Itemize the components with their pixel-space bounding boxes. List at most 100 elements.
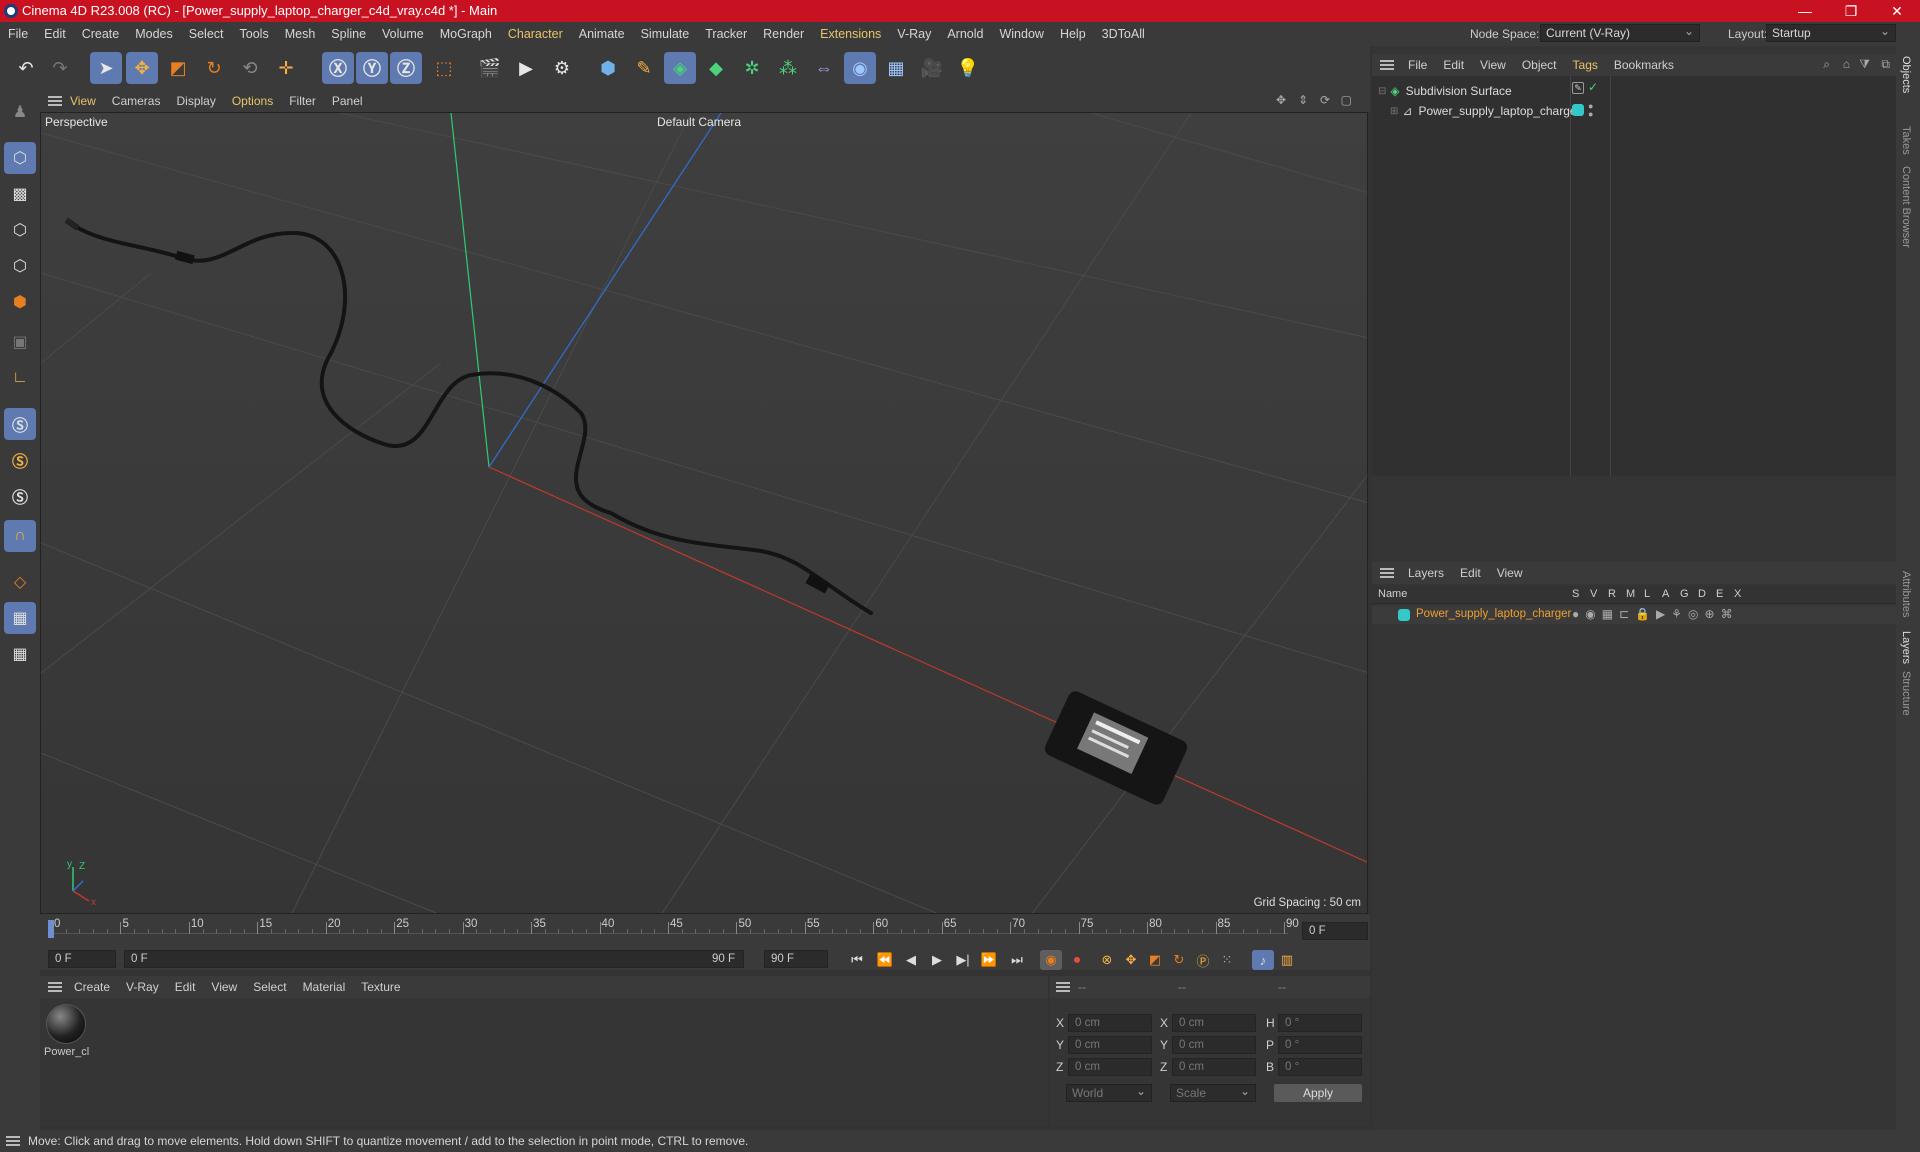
polygons-mode-icon[interactable]: ⬢	[4, 286, 36, 318]
menu-window[interactable]: Window	[999, 27, 1043, 41]
material-menu-material[interactable]: Material	[303, 980, 346, 994]
snap-settings-icon[interactable]: Ⓢ	[4, 444, 36, 476]
layers-col-d[interactable]: D	[1698, 588, 1706, 600]
z-axis-lock-icon[interactable]: Ⓩ	[390, 52, 422, 84]
move-tool-icon[interactable]: ✥	[126, 52, 158, 84]
viewport-menu-view[interactable]: View	[70, 94, 96, 108]
tab-attributes[interactable]: Attributes	[1900, 571, 1912, 617]
field-icon[interactable]: ◉	[844, 52, 876, 84]
object-menu-file[interactable]: File	[1408, 58, 1427, 72]
coord-mode-select[interactable]: Scale	[1170, 1083, 1256, 1102]
object-menu-bookmarks[interactable]: Bookmarks	[1614, 58, 1674, 72]
viewport-menu-cameras[interactable]: Cameras	[112, 94, 161, 108]
model-mode-icon[interactable]: ⬡	[4, 142, 36, 174]
object-manager-menu-icon[interactable]	[1380, 60, 1394, 70]
rotate-view-icon[interactable]: ⟳	[1320, 93, 1330, 107]
autokey-icon[interactable]: ⏺	[1066, 950, 1088, 970]
subdivision-enabled-check-icon[interactable]: ✓	[1588, 80, 1598, 94]
pan-view-icon[interactable]: ✥	[1276, 93, 1286, 107]
make-editable-icon[interactable]: ♟	[4, 96, 36, 128]
restore-icon[interactable]: ❐	[1828, 0, 1874, 22]
recent-tool-icon[interactable]: ⟲	[234, 52, 266, 84]
apply-button[interactable]: Apply	[1274, 1084, 1362, 1102]
size-y-field[interactable]: 0 cm	[1172, 1036, 1256, 1054]
menu-render[interactable]: Render	[763, 27, 804, 41]
render-picture-viewer-icon[interactable]: ▶	[510, 52, 542, 84]
material-menu-icon[interactable]	[48, 982, 62, 992]
layer-row[interactable]: Power_supply_laptop_charger ●◉▦⊏🔒▶⚘◎⊕⌘	[1372, 606, 1896, 624]
layers-menu-icon[interactable]	[1380, 568, 1394, 578]
preview-range-slider[interactable]: 0 F 90 F	[124, 950, 744, 968]
menu-volume[interactable]: Volume	[382, 27, 424, 41]
cube-icon[interactable]: ⬢	[592, 52, 624, 84]
position-y-field[interactable]: 0 cm	[1068, 1036, 1152, 1054]
status-menu-icon[interactable]	[6, 1136, 20, 1146]
key-position-icon[interactable]: ✥	[1120, 950, 1142, 970]
tab-content-browser[interactable]: Content Browser	[1900, 166, 1912, 248]
layers-col-a[interactable]: A	[1662, 588, 1669, 600]
rotate-tool-icon[interactable]: ↻	[198, 52, 230, 84]
material-menu-select[interactable]: Select	[253, 980, 286, 994]
menu-help[interactable]: Help	[1060, 27, 1086, 41]
menu-edit[interactable]: Edit	[44, 27, 66, 41]
viewport-menu-panel[interactable]: Panel	[332, 94, 363, 108]
material-menu-edit[interactable]: Edit	[175, 980, 196, 994]
mograph-array-icon[interactable]: ⁂	[772, 52, 804, 84]
locked-workplane-icon[interactable]: ▦	[4, 638, 36, 670]
next-frame-icon[interactable]: ▶|	[952, 950, 974, 970]
home-icon[interactable]: ⌂	[1843, 57, 1850, 71]
previous-frame-icon[interactable]: ◀	[900, 950, 922, 970]
key-rotation-icon[interactable]: ↻	[1168, 950, 1190, 970]
coordinate-system-icon[interactable]: ⬚	[428, 52, 460, 84]
object-menu-tags[interactable]: Tags	[1573, 58, 1598, 72]
material-swatch[interactable]: Power_cl	[44, 1004, 89, 1060]
menu-tracker[interactable]: Tracker	[705, 27, 747, 41]
menu-tools[interactable]: Tools	[240, 27, 269, 41]
expand-icon[interactable]: ⊞	[1390, 106, 1398, 117]
rotation-h-field[interactable]: 0 °	[1278, 1014, 1362, 1032]
object-menu-view[interactable]: View	[1480, 58, 1506, 72]
undo-icon[interactable]: ↶	[10, 52, 42, 84]
texture-mode-icon[interactable]: ▩	[4, 178, 36, 210]
edges-mode-icon[interactable]: ⬡	[4, 250, 36, 282]
layer-name[interactable]: Power_supply_laptop_charger	[1416, 608, 1571, 620]
record-keys-icon[interactable]: ◉	[1040, 950, 1062, 970]
redo-icon[interactable]: ↷	[44, 52, 76, 84]
tab-structure[interactable]: Structure	[1900, 671, 1912, 716]
layers-menu-edit[interactable]: Edit	[1460, 566, 1481, 580]
viewport-menu-options[interactable]: Options	[232, 94, 273, 108]
menu-file[interactable]: File	[8, 27, 28, 41]
previous-key-icon[interactable]: ⏪	[874, 950, 896, 970]
menu-vray[interactable]: V-Ray	[897, 27, 931, 41]
menu-animate[interactable]: Animate	[579, 27, 625, 41]
tab-takes[interactable]: Takes	[1900, 126, 1912, 155]
coordinates-menu-icon[interactable]	[1056, 982, 1070, 992]
layers-col-v[interactable]: V	[1590, 588, 1597, 600]
visibility-dots-icon[interactable]: ● ●	[1588, 102, 1593, 119]
grid-workplane-icon[interactable]: ▦	[4, 602, 36, 634]
filter-icon[interactable]: ⧩	[1859, 57, 1870, 72]
cloner-icon[interactable]: ✲	[736, 52, 768, 84]
layers-col-m[interactable]: M	[1626, 588, 1635, 600]
menu-arnold[interactable]: Arnold	[947, 27, 983, 41]
layers-col-s[interactable]: S	[1572, 588, 1579, 600]
x-axis-lock-icon[interactable]: Ⓧ	[322, 52, 354, 84]
light-icon[interactable]: 💡	[952, 52, 984, 84]
new-window-icon[interactable]: ⧉	[1881, 57, 1890, 72]
go-to-end-icon[interactable]: ⏭	[1006, 950, 1028, 970]
menu-extensions[interactable]: Extensions	[820, 27, 881, 41]
axis-mode-icon[interactable]: ∟	[4, 362, 36, 394]
menu-modes[interactable]: Modes	[135, 27, 173, 41]
layers-col-r[interactable]: R	[1608, 588, 1616, 600]
material-menu-texture[interactable]: Texture	[361, 980, 400, 994]
extrude-generator-icon[interactable]: ◆	[700, 52, 732, 84]
material-menu-vray[interactable]: V-Ray	[126, 980, 159, 994]
sound-icon[interactable]: ♪	[1252, 950, 1274, 970]
keyframe-selection-icon[interactable]: ⊗	[1096, 950, 1118, 970]
render-view-icon[interactable]: 🎬	[474, 52, 506, 84]
zoom-view-icon[interactable]: ⇕	[1298, 93, 1308, 107]
rotation-p-field[interactable]: 0 °	[1278, 1036, 1362, 1054]
playhead[interactable]	[48, 920, 54, 938]
timeline-window-icon[interactable]: ▥	[1276, 950, 1298, 970]
play-icon[interactable]: ▶	[926, 950, 948, 970]
